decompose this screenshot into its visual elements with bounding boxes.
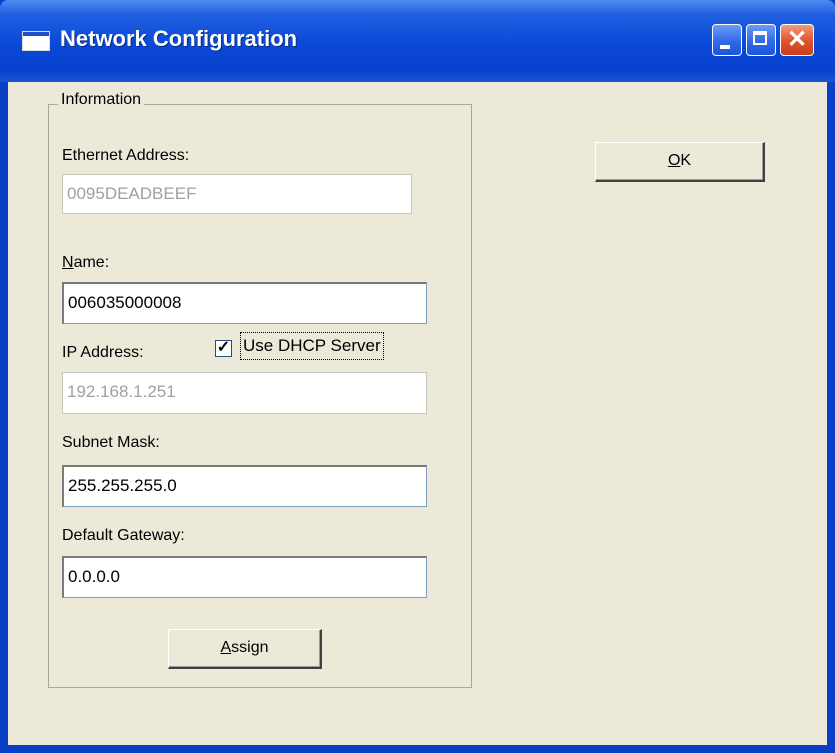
window-icon (22, 31, 50, 51)
maximize-button[interactable] (746, 24, 776, 56)
close-icon: ✕ (786, 26, 808, 53)
default-gateway-label: Default Gateway: (62, 527, 185, 544)
window-bottom-border[interactable] (0, 745, 835, 753)
name-label-text: ame: (73, 254, 110, 271)
assign-button[interactable]: Assign (168, 629, 322, 669)
ethernet-address-label: Ethernet Address: (62, 147, 190, 164)
dhcp-checkbox[interactable]: ✓ (215, 339, 232, 357)
checkmark-icon: ✓ (216, 339, 231, 356)
ip-address-label: IP Address: (62, 344, 144, 361)
ok-button[interactable]: OK (595, 142, 765, 182)
default-gateway-input[interactable]: 0.0.0.0 (62, 556, 427, 598)
subnet-mask-label: Subnet Mask: (62, 434, 160, 451)
information-group-title: Information (58, 91, 145, 109)
title-bar[interactable]: Network Configuration ✕ (0, 0, 835, 82)
subnet-mask-input[interactable]: 255.255.255.0 (62, 465, 427, 507)
network-configuration-window: Network Configuration ✕ Information Ethe… (0, 0, 835, 753)
ok-mnemonic: O (667, 152, 681, 169)
window-title: Network Configuration (60, 26, 298, 51)
name-input[interactable]: 006035000008 (62, 282, 427, 324)
close-button[interactable]: ✕ (780, 24, 814, 56)
name-label: Name: (62, 254, 109, 272)
dhcp-checkbox-label[interactable]: Use DHCP Server (240, 332, 384, 360)
minimize-button[interactable] (712, 24, 742, 56)
assign-label: ssign (231, 639, 269, 656)
ip-address-field: 192.168.1.251 (62, 372, 427, 414)
dialog-client-area: Information Ethernet Address: 0095DEADBE… (8, 82, 827, 745)
ok-label: K (680, 152, 692, 169)
assign-mnemonic: A (220, 639, 232, 656)
name-label-mnemonic: N (62, 254, 74, 271)
ethernet-address-field: 0095DEADBEEF (62, 174, 412, 214)
